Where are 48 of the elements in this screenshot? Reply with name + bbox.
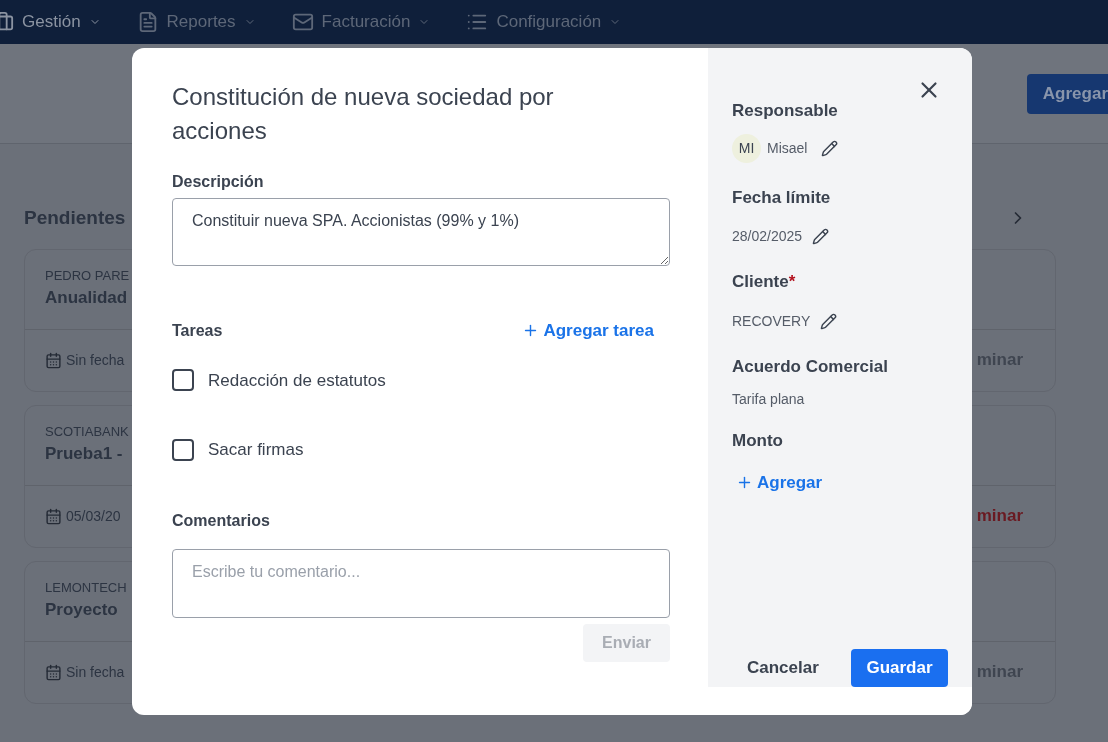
- required-mark: *: [788, 271, 796, 293]
- card-date: Sin fecha: [66, 662, 125, 682]
- delete-link[interactable]: minar: [976, 503, 1035, 529]
- agreement-value: Tarifa plana: [732, 390, 806, 409]
- dialog-title: Constitución de nueva sociedad por acciones: [172, 82, 555, 146]
- card-date: Sin fecha: [66, 350, 125, 370]
- edit-icon[interactable]: [821, 139, 839, 157]
- task-label: Sacar firmas: [208, 439, 304, 461]
- section-title: Pendientes: [24, 206, 126, 230]
- nav-menu-item[interactable]: Gestión: [0, 9, 101, 35]
- avatar: MI: [732, 133, 761, 163]
- calendar-icon: [45, 507, 62, 525]
- edit-icon[interactable]: [820, 312, 838, 330]
- save-button[interactable]: Guardar: [851, 649, 948, 687]
- card-date: 05/03/20: [66, 506, 121, 526]
- responsible-name: Misael: [767, 138, 808, 158]
- amount-label: Monto: [732, 430, 784, 452]
- description-field[interactable]: Constituir nueva SPA. Accionistas (99% y 1%): [172, 198, 670, 266]
- add-task-button[interactable]: Agregar tarea: [522, 318, 654, 344]
- responsible-label: Responsable: [732, 100, 839, 122]
- tasks-label: Tareas: [172, 320, 223, 341]
- client-name: SCOTIABANK: [45, 422, 129, 441]
- task-checkbox[interactable]: [172, 369, 194, 392]
- deadline-value: 28/02/2025: [732, 227, 803, 246]
- client-name: PEDRO PARE: [45, 266, 130, 285]
- client-label: Cliente: [732, 271, 789, 293]
- card-title: Proyecto: [45, 599, 118, 621]
- calendar-icon: [45, 351, 62, 369]
- card-title: Anualidad: [45, 287, 128, 309]
- nav-menu-item[interactable]: Facturación: [291, 9, 431, 35]
- task-checkbox[interactable]: [172, 438, 194, 461]
- deadline-label: Fecha límite: [732, 186, 832, 209]
- comment-field[interactable]: Escribe tu comentario...: [172, 548, 670, 618]
- cancel-button[interactable]: Cancelar: [747, 649, 819, 687]
- agreement-label: Acuerdo Comercial: [732, 355, 889, 378]
- task-label: Redacción de estatutos: [208, 369, 386, 392]
- nav-menu-item[interactable]: Reportes: [136, 9, 256, 35]
- add-amount-button[interactable]: Agregar: [736, 469, 823, 495]
- edit-icon[interactable]: [812, 228, 830, 245]
- calendar-icon: [45, 663, 62, 681]
- comments-label: Comentarios: [172, 510, 271, 531]
- envelope-icon: [291, 11, 314, 33]
- add-button[interactable]: Agregar: [1026, 73, 1108, 114]
- description-label: Descripción: [172, 172, 265, 192]
- client-value: RECOVERY: [732, 311, 811, 331]
- card-title: Prueba1 -: [45, 443, 123, 465]
- client-name: LEMONTECH: [45, 578, 127, 597]
- nav-menu-item[interactable]: Configuración: [466, 9, 622, 35]
